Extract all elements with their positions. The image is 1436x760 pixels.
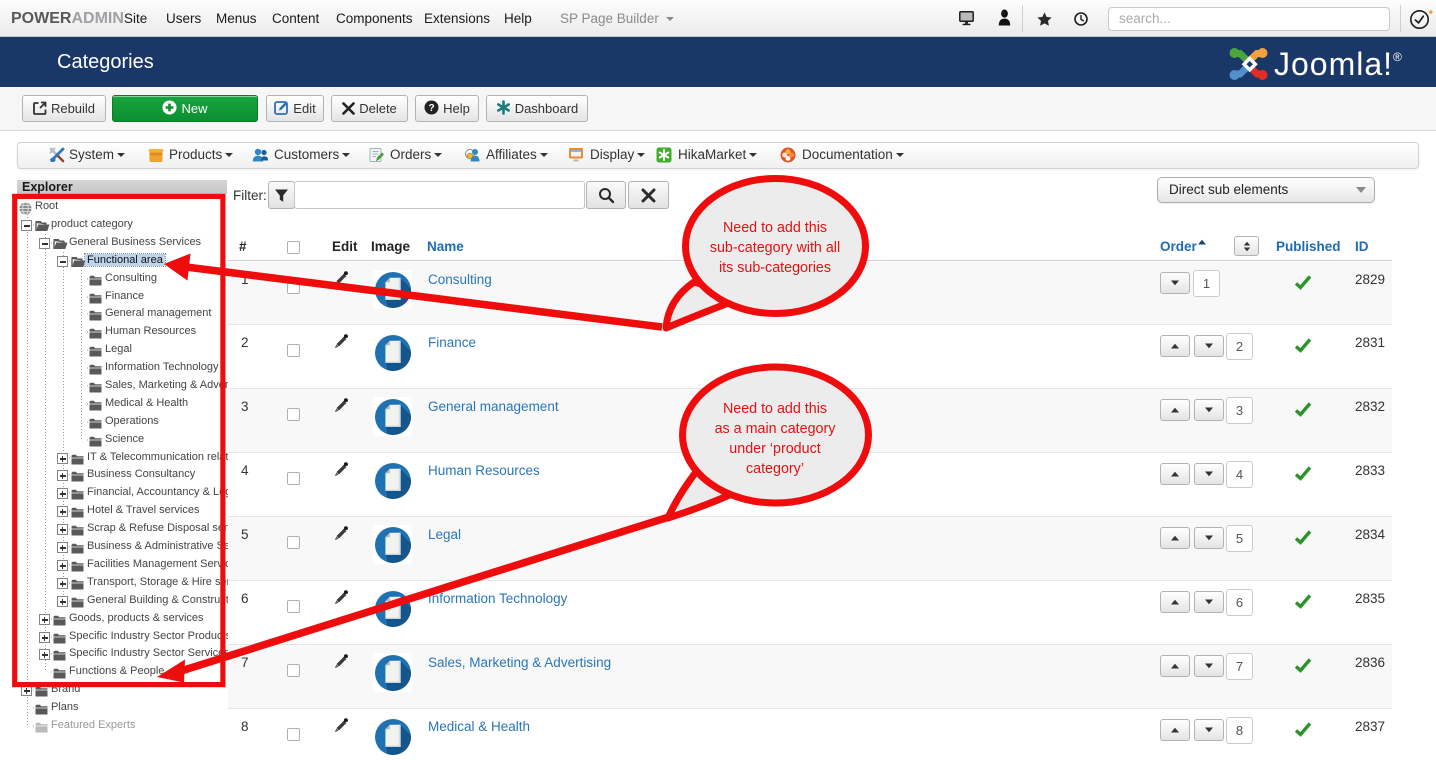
- svg-text:Need to add this: Need to add this: [723, 220, 827, 236]
- svg-text:?: ?: [429, 103, 435, 114]
- svg-text:category’: category’: [746, 461, 804, 477]
- svg-text:sub-category with all: sub-category with all: [710, 240, 840, 256]
